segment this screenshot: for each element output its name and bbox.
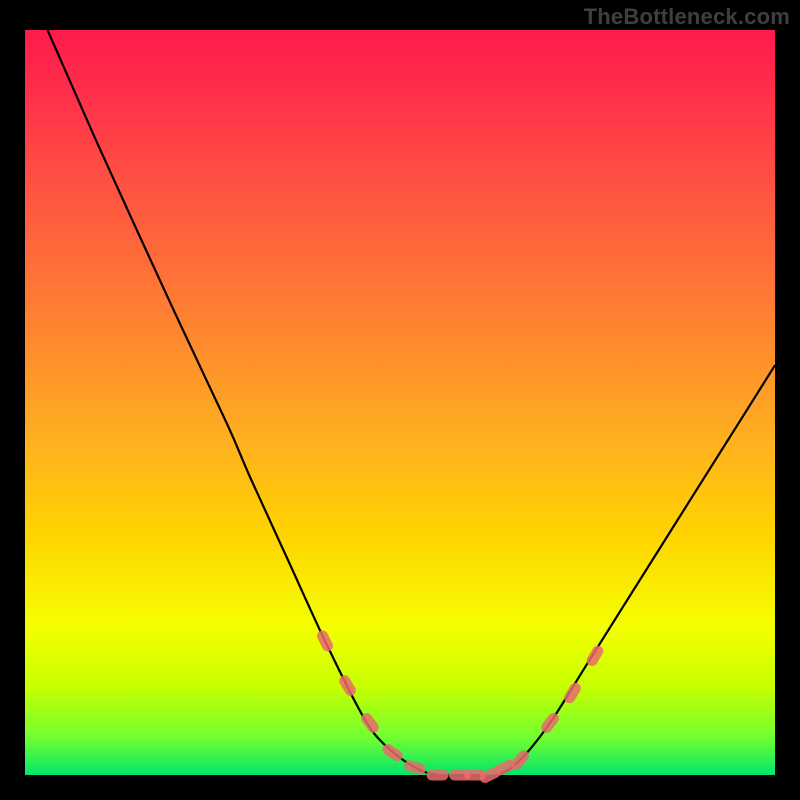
- curve-line-group: [48, 30, 776, 776]
- curve-marker: [427, 770, 449, 781]
- curve-marker: [403, 759, 427, 776]
- watermark-text: TheBottleneck.com: [584, 4, 790, 30]
- curve-marker: [315, 629, 335, 654]
- chart-frame: TheBottleneck.com: [0, 0, 800, 800]
- curve-marker: [539, 711, 561, 735]
- plot-area: [25, 30, 775, 775]
- chart-svg: [25, 30, 775, 775]
- curve-marker: [337, 673, 358, 698]
- curve-marker: [562, 681, 583, 706]
- bottleneck-curve: [48, 30, 776, 776]
